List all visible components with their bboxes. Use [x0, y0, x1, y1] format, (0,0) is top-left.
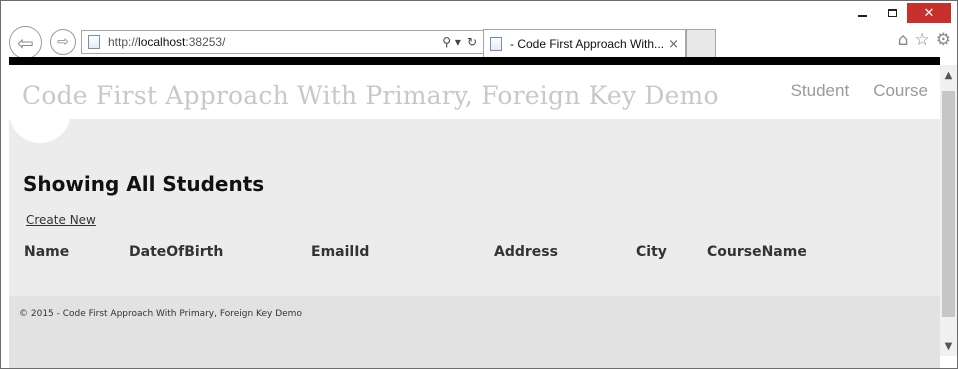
close-window-button[interactable]: ✕ — [907, 3, 951, 23]
scroll-down-icon[interactable]: ▼ — [940, 336, 957, 356]
back-arrow-icon: ⇦ — [17, 30, 34, 55]
column-header-name: Name — [24, 244, 70, 260]
address-bar[interactable]: http://localhost:38253/ ⚲ ▾ ↻ — [81, 30, 484, 54]
search-icon[interactable]: ⚲ ▾ — [442, 35, 461, 49]
minimize-icon — [857, 15, 867, 17]
tab-close-icon[interactable]: × — [668, 37, 679, 52]
page-icon — [88, 35, 100, 49]
top-black-bar — [9, 57, 940, 65]
site-title[interactable]: Code First Approach With Primary, Foreig… — [22, 81, 719, 110]
window-controls: ✕ — [847, 3, 951, 23]
menu-item-course[interactable]: Course — [873, 81, 928, 101]
forward-button[interactable]: ⇨ — [50, 29, 76, 55]
url-port-path: :38253/ — [185, 35, 226, 49]
browser-tab[interactable]: - Code First Approach With... × — [483, 29, 686, 58]
settings-gear-icon[interactable]: ⚙ — [936, 30, 951, 50]
footer-copyright: © 2015 - Code First Approach With Primar… — [19, 309, 302, 319]
column-header-city: City — [636, 244, 667, 260]
browser-tools: ⌂ ☆ ⚙ — [898, 30, 951, 50]
vertical-scrollbar[interactable]: ▲ ▼ — [940, 65, 957, 356]
column-header-address: Address — [494, 244, 558, 260]
back-button[interactable]: ⇦ — [9, 26, 42, 59]
maximize-icon — [887, 9, 897, 17]
favorites-star-icon[interactable]: ☆ — [915, 30, 930, 50]
page-viewport: Code First Approach With Primary, Foreig… — [9, 57, 940, 368]
column-header-emailid: EmailId — [311, 244, 370, 260]
site-menu: Student Course — [791, 81, 928, 101]
url-text[interactable]: http://localhost:38253/ — [108, 35, 442, 49]
page-heading: Showing All Students — [23, 172, 265, 196]
tab-title: - Code First Approach With... — [510, 37, 665, 51]
scrollbar-thumb[interactable] — [942, 91, 955, 317]
column-header-coursename: CourseName — [707, 244, 807, 260]
new-tab-button[interactable] — [686, 29, 716, 58]
column-header-dateofbirth: DateOfBirth — [129, 244, 224, 260]
forward-arrow-icon: ⇨ — [57, 34, 69, 50]
close-icon: ✕ — [923, 5, 935, 21]
url-host: localhost — [138, 35, 186, 49]
create-new-link[interactable]: Create New — [26, 213, 96, 227]
browser-window: ✕ ⇦ ⇨ http://localhost:38253/ ⚲ ▾ ↻ - Co… — [0, 0, 958, 369]
refresh-icon[interactable]: ↻ — [467, 35, 477, 49]
url-scheme: http:// — [108, 35, 139, 49]
maximize-button[interactable] — [877, 3, 907, 23]
site-footer: © 2015 - Code First Approach With Primar… — [9, 296, 940, 368]
tab-page-icon — [490, 37, 502, 51]
scroll-up-icon[interactable]: ▲ — [940, 65, 957, 85]
home-icon[interactable]: ⌂ — [898, 30, 909, 50]
minimize-button[interactable] — [847, 3, 877, 23]
browser-navigation-bar: ⇦ ⇨ http://localhost:38253/ ⚲ ▾ ↻ - Code… — [7, 24, 953, 59]
menu-item-student[interactable]: Student — [791, 81, 850, 101]
